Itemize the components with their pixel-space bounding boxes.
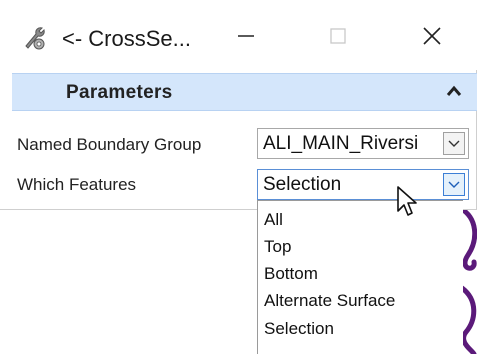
which-features-label: Which Features (17, 175, 137, 194)
title-bar[interactable]: <- CrossSe... (0, 0, 477, 70)
parameters-section-header[interactable]: Parameters (12, 73, 477, 111)
minimize-button[interactable] (226, 18, 266, 54)
named-boundary-group-label: Named Boundary Group (17, 135, 202, 154)
which-features-select[interactable]: Selection (257, 169, 469, 200)
mouse-pointer-icon (397, 186, 417, 216)
chevron-down-icon (448, 140, 460, 147)
window-title: <- CrossSe... (62, 26, 191, 51)
section-title: Parameters (66, 82, 173, 103)
chevron-down-icon (448, 181, 460, 188)
dropdown-option[interactable]: Top (264, 237, 291, 257)
dropdown-button[interactable] (443, 173, 465, 196)
maximize-button[interactable] (318, 18, 358, 54)
dialog-window: <- CrossSe... Parameters Named Boundary … (0, 0, 477, 210)
named-boundary-group-select[interactable]: ALI_MAIN_Riversi (257, 128, 469, 159)
dropdown-option[interactable]: All (264, 210, 283, 230)
maximize-icon (330, 28, 346, 44)
named-boundary-group-value: ALI_MAIN_Riversi (263, 133, 419, 154)
close-icon (423, 27, 441, 45)
chevron-up-icon[interactable] (445, 83, 463, 101)
dropdown-option[interactable]: Bottom (264, 264, 318, 284)
close-button[interactable] (412, 18, 452, 54)
dropdown-option[interactable]: Alternate Surface (264, 291, 395, 311)
dropdown-option[interactable]: Selection (264, 319, 334, 339)
minimize-icon (238, 35, 254, 37)
dropdown-button[interactable] (443, 132, 465, 155)
tool-wrench-gear-icon (25, 27, 45, 50)
screen: <- CrossSe... Parameters Named Boundary … (0, 0, 477, 354)
which-features-dropdown-list: All Top Bottom Alternate Surface Selecti… (257, 200, 463, 354)
which-features-value: Selection (263, 174, 342, 195)
